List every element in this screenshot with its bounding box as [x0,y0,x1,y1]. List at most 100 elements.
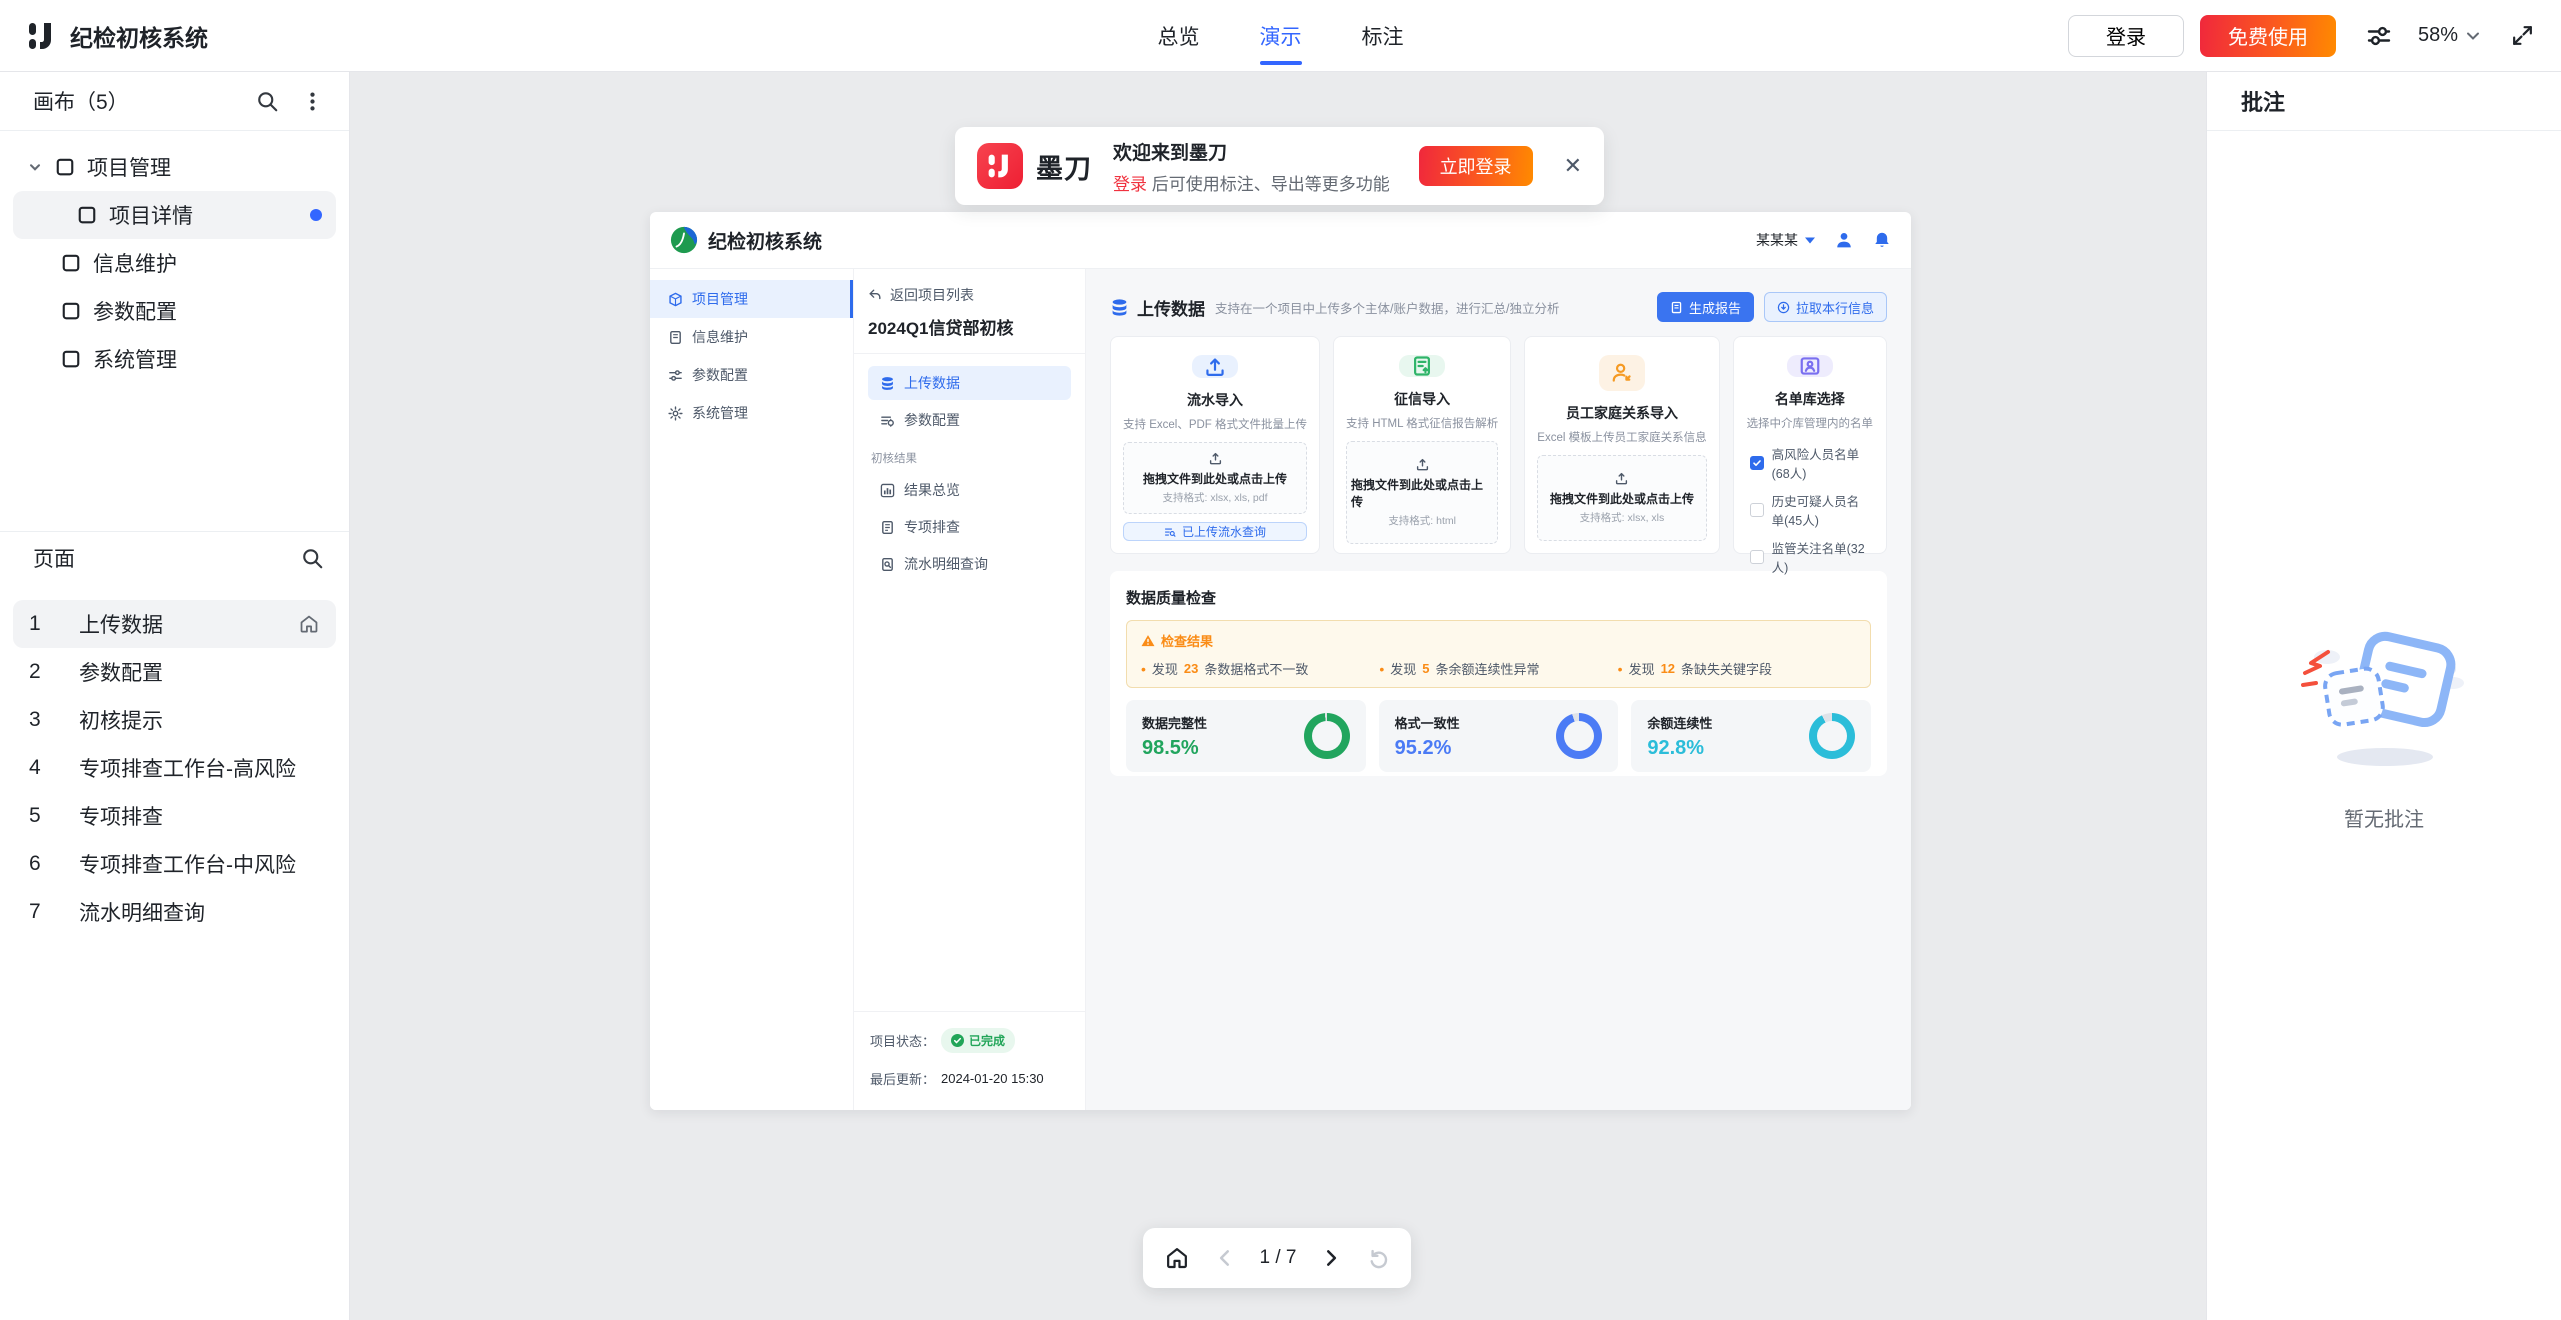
page-item-workbench-high-risk[interactable]: 4 专项排查工作台-高风险 [13,744,336,792]
card-desc: 支持 HTML 格式征信报告解析 [1346,415,1498,431]
reset-replay-icon[interactable] [1366,1246,1390,1270]
fullscreen-icon[interactable] [2510,23,2535,48]
search-icon[interactable] [255,89,280,114]
card-desc: 支持 Excel、PDF 格式文件批量上传 [1123,416,1307,432]
generate-report-button[interactable]: 生成报告 [1657,292,1754,322]
page-item-parameter-config[interactable]: 2 参数配置 [13,648,336,696]
mockup-nav-system-management[interactable]: 系统管理 [650,394,853,432]
page-indicator: 1 / 7 [1260,1247,1297,1269]
subnav-special-check[interactable]: 专项排查 [868,510,1071,544]
page-number: 5 [29,804,79,828]
back-to-projects[interactable]: 返回项目列表 [868,285,1071,305]
page-item-workbench-mid-risk[interactable]: 6 专项排查工作台-中风险 [13,840,336,888]
uploaded-flow-query-button[interactable]: 已上传流水查询 [1123,522,1307,541]
mockup-nav-info-maintenance[interactable]: 信息维护 [650,318,853,356]
upload-cards-row: 流水导入 支持 Excel、PDF 格式文件批量上传 拖拽文件到此处或点击上传 … [1110,336,1887,554]
checkbox-checked-icon[interactable] [1750,456,1764,470]
drop-text: 拖拽文件到此处或点击上传 [1550,490,1694,507]
mockingbot-badge-icon [977,143,1023,189]
page-item-upload-data[interactable]: 1 上传数据 [13,600,336,648]
content-title: 上传数据 [1137,295,1205,320]
drop-formats: 支持格式: xlsx, xls [1580,510,1665,525]
subnav-label: 结果总览 [904,480,960,500]
card-flow-import: 流水导入 支持 Excel、PDF 格式文件批量上传 拖拽文件到此处或点击上传 … [1110,336,1320,554]
check-result-box: 检查结果 • 发现 23 条数据格式不一致 • [1126,620,1871,688]
tab-annotate[interactable]: 标注 [1360,15,1406,57]
subnav-results-overview[interactable]: 结果总览 [868,473,1071,507]
tree-item-label: 信息维护 [93,248,177,278]
subnav-section-label: 初核结果 [871,450,1071,466]
kebab-menu-icon[interactable] [300,89,325,114]
dropzone-flow[interactable]: 拖拽文件到此处或点击上传 支持格式: xlsx, xls, pdf [1123,442,1307,514]
data-quality-section: 数据质量检查 检查结果 • 发现 23 [1110,571,1887,776]
tab-present[interactable]: 演示 [1258,15,1304,57]
next-page-icon[interactable] [1320,1247,1342,1269]
editor-topbar: 纪检初核系统 总览 演示 标注 登录 免费使用 58% [0,0,2561,72]
banner-login-link[interactable]: 登录 [1113,175,1147,194]
canvas-tree-item-project-management[interactable]: 项目管理 [13,143,336,191]
app-root: 纪检初核系统 总览 演示 标注 登录 免费使用 58% [0,0,2561,1320]
canvas-tree-item-system-management[interactable]: 系统管理 [13,335,336,383]
tab-overview[interactable]: 总览 [1156,15,1202,57]
canvas-tree: 项目管理 项目详情 信息维护 参数配置 系统管理 [0,131,349,383]
artboard-icon [77,205,97,225]
empty-annotations-text: 暂无批注 [2344,803,2424,832]
user-avatar-icon[interactable] [1835,231,1853,249]
button-label: 已上传流水查询 [1182,523,1266,540]
status-label: 项目状态： [870,1031,935,1050]
search-icon[interactable] [300,546,325,571]
user-menu[interactable]: 某某某 [1756,230,1815,250]
fetch-bank-info-button[interactable]: 拉取本行信息 [1764,292,1887,322]
document-up-icon [1399,355,1445,377]
mockup-nav-parameter-config[interactable]: 参数配置 [650,356,853,394]
id-card-icon [1787,355,1833,377]
page-item-special-check[interactable]: 5 专项排查 [13,792,336,840]
banner-subtitle: 登录 后可使用标注、导出等更多功能 [1113,170,1390,195]
canvas-tree-item-info-maintenance[interactable]: 信息维护 [13,239,336,287]
dropzone-family[interactable]: 拖拽文件到此处或点击上传 支持格式: xlsx, xls [1537,455,1706,541]
preferences-sliders-icon[interactable] [2366,23,2392,49]
finding-prefix: 发现 [1629,659,1655,678]
option-history-suspect-list[interactable]: 历史可疑人员名单(45人) [1750,491,1870,529]
donut-chart [1809,713,1855,759]
checkbox-icon[interactable] [1750,503,1764,517]
annotation-panel: 批注 暂无批注 [2206,72,2561,1320]
login-now-button[interactable]: 立即登录 [1419,146,1533,186]
finding-text: 条缺失关键字段 [1681,659,1772,678]
page-item-flow-detail-query[interactable]: 7 流水明细查询 [13,888,336,936]
tree-item-label: 参数配置 [93,296,177,326]
subnav-parameter-config[interactable]: 参数配置 [868,403,1071,437]
option-high-risk-list[interactable]: 高风险人员名单(68人) [1750,444,1870,482]
bell-icon[interactable] [1873,231,1891,249]
login-button[interactable]: 登录 [2068,15,2184,57]
finding-count: 12 [1661,661,1675,676]
free-use-button[interactable]: 免费使用 [2200,15,2336,57]
checkbox-icon[interactable] [1750,550,1764,564]
home-button[interactable] [1164,1245,1190,1271]
canvas-tree-item-project-detail[interactable]: 项目详情 [13,191,336,239]
prev-page-icon[interactable] [1214,1247,1236,1269]
zoom-select[interactable]: 58% [2418,24,2480,47]
metric-label: 余额连续性 [1647,713,1712,732]
close-icon[interactable]: ✕ [1564,155,1582,177]
canvas-tree-item-parameter-config[interactable]: 参数配置 [13,287,336,335]
view-tabs: 总览 演示 标注 [1156,15,1406,57]
page-label: 参数配置 [79,657,163,687]
finding-count: 5 [1422,661,1429,676]
subnav-upload-data[interactable]: 上传数据 [868,366,1071,400]
project-title: 2024Q1信贷部初核 [868,314,1071,339]
artboard-icon [61,253,81,273]
page-label: 专项排查 [79,801,163,831]
subnav-label: 参数配置 [904,410,960,430]
page-item-review-hint[interactable]: 3 初核提示 [13,696,336,744]
page-number: 1 [29,612,79,636]
nav-label: 参数配置 [692,365,748,385]
dropzone-credit[interactable]: 拖拽文件到此处或点击上传 支持格式: html [1346,441,1498,544]
subnav-flow-detail-query[interactable]: 流水明细查询 [868,547,1071,581]
back-label: 返回项目列表 [890,285,974,305]
mockup-nav-project-management[interactable]: 项目管理 [650,280,853,318]
page-number: 2 [29,660,79,684]
person-plus-icon [1599,355,1645,391]
option-regulator-watch-list[interactable]: 监管关注名单(32人) [1750,538,1870,576]
bullet-icon: • [1618,661,1623,677]
